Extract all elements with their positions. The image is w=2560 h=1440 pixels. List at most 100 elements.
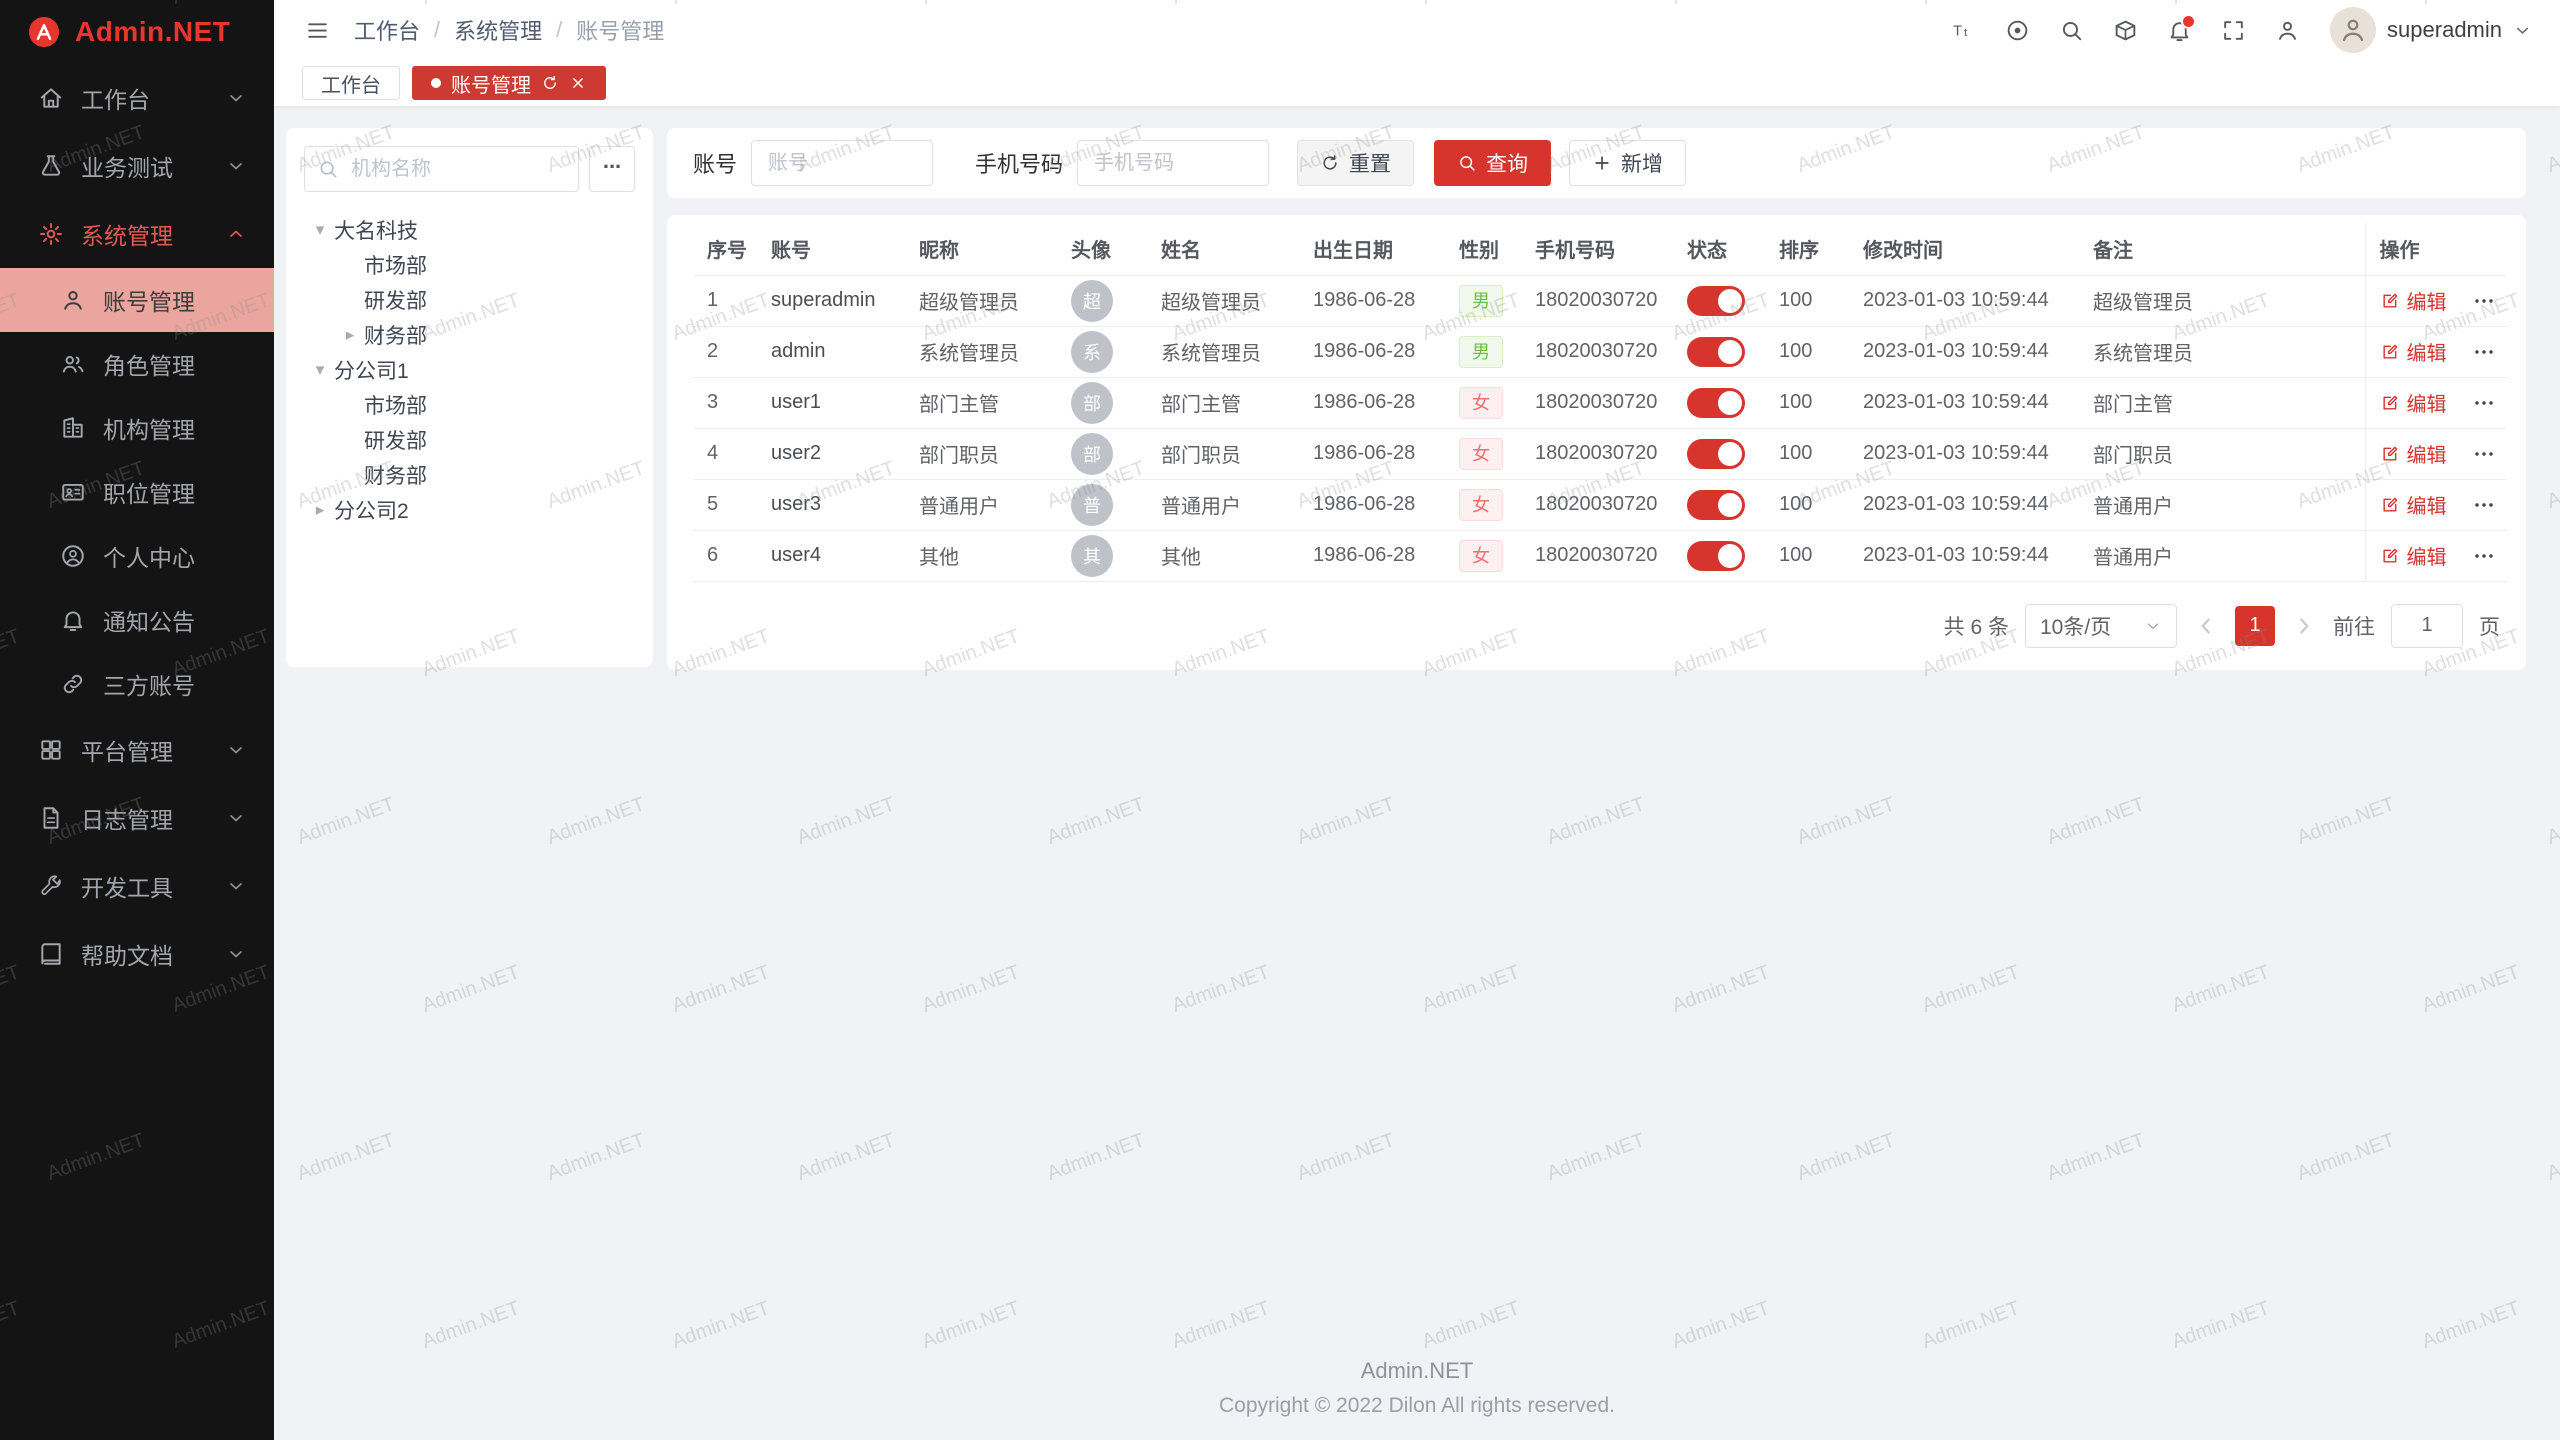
tab-account-management[interactable]: 账号管理 [412,66,606,100]
breadcrumb-item[interactable]: 工作台 [354,14,420,46]
tab-workbench[interactable]: 工作台 [302,66,400,100]
logo[interactable]: Admin.NET [0,0,274,64]
row-more-button[interactable] [2472,391,2496,415]
user-menu[interactable]: superadmin [2330,7,2532,53]
add-button[interactable]: 新增 [1569,140,1686,186]
sidebar-item-help-docs[interactable]: 帮助文档 [0,920,274,988]
prev-page-button[interactable] [2193,613,2219,639]
row-more-button[interactable] [2472,340,2496,364]
row-more-button[interactable] [2472,442,2496,466]
edit-button[interactable]: 编辑 [2380,286,2447,315]
sidebar-item-role-management[interactable]: 角色管理 [0,332,274,396]
breadcrumb-item[interactable]: 账号管理 [576,14,664,46]
add-label: 新增 [1621,148,1663,178]
theme-icon[interactable] [2002,15,2032,45]
sidebar-item-position-management[interactable]: 职位管理 [0,460,274,524]
hamburger-icon[interactable] [302,15,332,45]
tree-node-8[interactable]: ▸ 分公司2 [304,492,635,527]
toggle-knob [1718,442,1742,466]
pagination: 共 6 条 10条/页 1 前往 页 [693,604,2500,648]
plus-icon [1592,153,1612,173]
users-icon [60,351,86,377]
column-header-1: 账号 [757,223,905,275]
font-size-icon[interactable]: Tt [1948,15,1978,45]
active-tab-dot [431,78,441,88]
sidebar-item-log-management[interactable]: 日志管理 [0,784,274,852]
org-tree-panel: ... ▾ 大名科技 市场部 研发部 ▸ 财务部 ▾ 分公司1 市场部 研发部 [286,128,653,667]
gender-tag: 女 [1459,489,1503,521]
edit-button[interactable]: 编辑 [2380,490,2447,519]
cell-birth: 1986-06-28 [1299,479,1445,530]
goto-page-input[interactable] [2391,604,2463,648]
status-toggle[interactable] [1687,490,1745,520]
sidebar-item-workbench[interactable]: 工作台 [0,64,274,132]
edit-label: 编辑 [2407,439,2447,468]
row-more-button[interactable] [2472,289,2496,313]
sidebar-item-business-test[interactable]: 业务测试 [0,132,274,200]
tree-node-5[interactable]: 市场部 [304,387,635,422]
edit-button[interactable]: 编辑 [2380,541,2447,570]
cell-account: user2 [757,428,905,479]
link-icon [60,671,86,697]
row-more-button[interactable] [2472,544,2496,568]
cell-modified: 2023-01-03 10:59:44 [1849,377,2079,428]
account-input[interactable] [751,140,933,186]
phone-input[interactable] [1077,140,1269,186]
sidebar-item-dev-tools[interactable]: 开发工具 [0,852,274,920]
search-icon[interactable] [2056,15,2086,45]
breadcrumb-item[interactable]: 系统管理 [454,14,542,46]
fullscreen-icon[interactable] [2218,15,2248,45]
chevron-down-icon [226,740,246,760]
row-avatar: 系 [1071,331,1113,373]
users-table-card: 序号账号昵称头像姓名出生日期性别手机号码状态排序修改时间备注操作 1 super… [667,215,2526,670]
tree-node-2[interactable]: 研发部 [304,282,635,317]
org-search-input[interactable] [304,146,579,192]
sidebar-item-personal-center[interactable]: 个人中心 [0,524,274,588]
next-page-button[interactable] [2291,613,2317,639]
tree-node-label: 财务部 [364,320,427,350]
close-tab-icon[interactable] [569,74,587,92]
sidebar-item-notice-announcement[interactable]: 通知公告 [0,588,274,652]
sidebar-item-platform-management[interactable]: 平台管理 [0,716,274,784]
status-toggle[interactable] [1687,286,1745,316]
tree-node-6[interactable]: 研发部 [304,422,635,457]
cell-modified: 2023-01-03 10:59:44 [1849,275,2079,326]
query-button[interactable]: 查询 [1434,140,1551,186]
cell-modified: 2023-01-03 10:59:44 [1849,479,2079,530]
refresh-tab-icon[interactable] [541,74,559,92]
page-number-button[interactable]: 1 [2235,606,2275,646]
bell-icon[interactable] [2164,15,2194,45]
status-toggle[interactable] [1687,439,1745,469]
cell-birth: 1986-06-28 [1299,428,1445,479]
tree-node-0[interactable]: ▾ 大名科技 [304,212,635,247]
cell-status [1673,326,1765,377]
edit-button[interactable]: 编辑 [2380,388,2447,417]
tree-node-3[interactable]: ▸ 财务部 [304,317,635,352]
breadcrumb-separator: / [434,17,440,43]
package-icon[interactable] [2110,15,2140,45]
cell-avatar: 部 [1057,428,1147,479]
home-icon [38,85,64,111]
cell-name: 系统管理员 [1147,326,1299,377]
status-toggle[interactable] [1687,337,1745,367]
page-size-select[interactable]: 10条/页 [2025,604,2177,648]
sidebar-item-system-management[interactable]: 系统管理 [0,200,274,268]
status-toggle[interactable] [1687,388,1745,418]
edit-button[interactable]: 编辑 [2380,337,2447,366]
sidebar-item-third-party-account[interactable]: 三方账号 [0,652,274,716]
user-avatar [2330,7,2376,53]
user-icon[interactable] [2272,15,2302,45]
reset-button[interactable]: 重置 [1297,140,1414,186]
tree-node-4[interactable]: ▾ 分公司1 [304,352,635,387]
cell-index: 1 [693,275,757,326]
tree-node-7[interactable]: 财务部 [304,457,635,492]
tree-node-1[interactable]: 市场部 [304,247,635,282]
table-header-row: 序号账号昵称头像姓名出生日期性别手机号码状态排序修改时间备注操作 [693,223,2507,275]
status-toggle[interactable] [1687,541,1745,571]
sidebar-item-org-management[interactable]: 机构管理 [0,396,274,460]
sidebar-item-account-management[interactable]: 账号管理 [0,268,274,332]
edit-button[interactable]: 编辑 [2380,439,2447,468]
tree-more-button[interactable]: ... [589,146,635,192]
tree-caret-icon: ▸ [336,325,364,345]
row-more-button[interactable] [2472,493,2496,517]
